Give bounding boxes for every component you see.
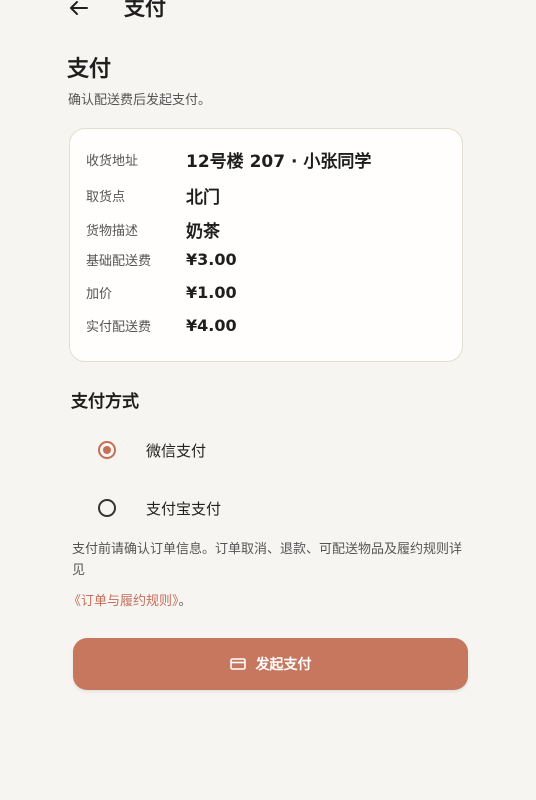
notice-suffix: 。 [178,594,192,609]
order-row-value: 奶茶 [186,222,220,242]
rules-link[interactable]: 《订单与履约规则》 [68,594,179,609]
payment-option-wechat[interactable]: 微信支付 [98,436,206,464]
order-row-value: ¥1.00 [186,283,237,302]
payment-option-label: 支付宝支付 [146,499,222,518]
payment-option-label: 微信支付 [146,441,207,460]
order-row-value: ¥3.00 [186,250,237,269]
page-subtitle: 确认配送费后发起支付。 [68,93,212,108]
radio-checked-icon[interactable] [98,441,116,459]
order-row-label: 加价 [86,287,113,302]
order-row-markup: 加价 ¥1.00 [86,283,450,302]
submit-payment-label: 发起支付 [255,657,312,673]
order-row-label: 货物描述 [86,224,139,239]
radio-unchecked-icon[interactable] [98,499,116,517]
page-title: 支付 [67,57,112,82]
payment-method-title: 支付方式 [71,392,139,412]
order-row-base-fee: 基础配送费 ¥3.00 [86,250,450,269]
order-row-label: 基础配送费 [86,254,152,269]
notice-link-line: 《订单与履约规则》。 [68,592,192,612]
order-row-value: ¥4.00 [186,316,237,335]
order-row-value: 12号楼 207 · 小张同学 [186,152,372,172]
payment-notice: 支付前请确认订单信息。订单取消、退款、可配送物品及履约规则详见 [72,542,463,578]
order-row-address: 收货地址 12号楼 207 · 小张同学 [86,147,450,172]
submit-payment-button[interactable]: 发起支付 [73,638,468,690]
top-bar: 支付 [0,0,536,22]
order-row-value: 北门 [186,188,220,208]
order-row-label: 收货地址 [86,154,139,169]
payment-option-alipay[interactable]: 支付宝支付 [98,494,221,522]
order-row-label: 取货点 [86,190,126,205]
payment-page: 支付 支付 确认配送费后发起支付。 收货地址 12号楼 207 · 小张同学 取… [0,0,536,800]
card-icon [229,658,246,670]
order-row-description: 货物描述 奶茶 [86,217,450,242]
topbar-title: 支付 [124,0,166,20]
arrow-left-icon [70,1,88,15]
order-summary-card: 收货地址 12号楼 207 · 小张同学 取货点 北门 货物描述 奶茶 基础配送… [69,128,463,362]
order-row-label: 实付配送费 [86,320,152,335]
order-row-pickup: 取货点 北门 [86,183,450,208]
order-row-total-fee: 实付配送费 ¥4.00 [86,316,450,335]
back-button[interactable] [66,0,92,20]
